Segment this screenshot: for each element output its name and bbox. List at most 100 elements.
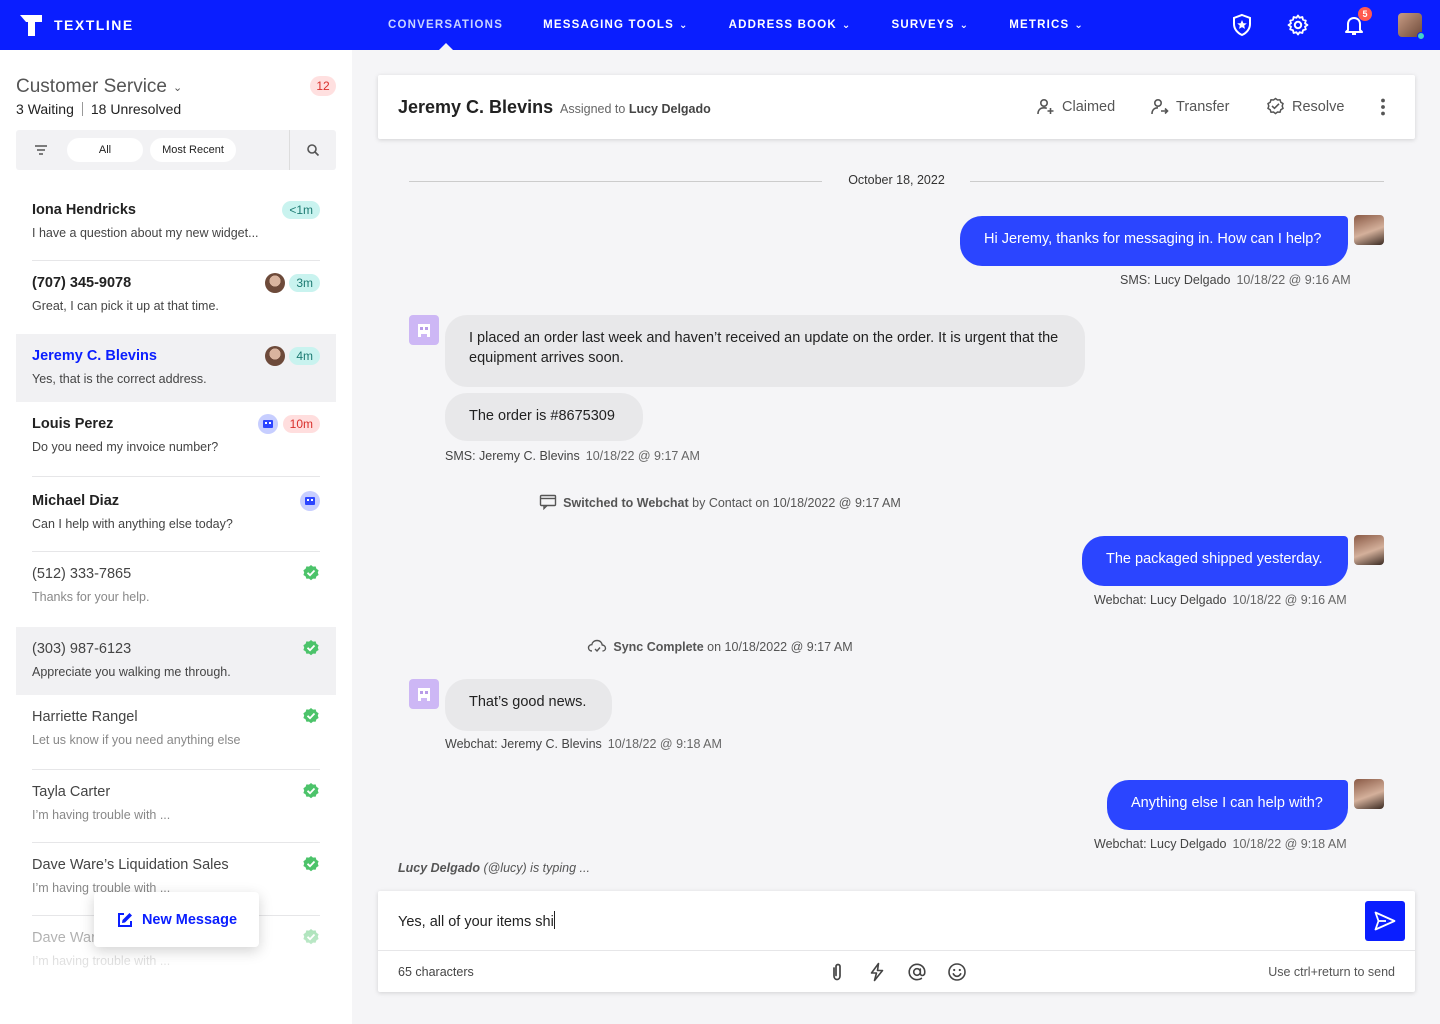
- gear-icon[interactable]: [1286, 13, 1310, 37]
- nav-surveys[interactable]: SURVEYS ⌄: [871, 0, 989, 50]
- message-input[interactable]: Yes, all of your items shi: [398, 911, 1358, 930]
- filter-all-pill[interactable]: All: [67, 138, 143, 162]
- agent-avatar: [1354, 535, 1384, 565]
- unresolved-count: 18: [90, 101, 107, 117]
- bot-avatar-icon: [258, 414, 278, 434]
- conversation-item[interactable]: Harriette Rangel Let us know if you need…: [16, 695, 336, 770]
- conversation-name: (707) 345-9078: [32, 275, 132, 291]
- conversation-name: Dave Ware’s Liquidation Sales: [32, 857, 229, 873]
- outgoing-message-bubble: Hi Jeremy, thanks for messaging in. How …: [960, 216, 1348, 266]
- conversation-preview: I’m having trouble with ...: [32, 954, 171, 968]
- conversation-sidebar: Customer Service ⌄ 12 3 Waiting 18 Unreso…: [0, 50, 352, 1024]
- message-timestamp: 10/18/22 @ 9:16 AM: [1232, 593, 1347, 607]
- composer-toolbar: [826, 961, 968, 983]
- event-detail: by Contact on 10/18/2022 @ 9:17 AM: [692, 496, 901, 510]
- conversation-item[interactable]: (707) 345-9078 3m Great, I can pick it u…: [16, 261, 336, 334]
- main-nav: CONVERSATIONS MESSAGING TOOLS ⌄ ADDRESS B…: [368, 0, 1104, 50]
- inbox-stats: 3 Waiting 18 Unresolved: [16, 101, 181, 117]
- brand-name: TEXTLINE: [54, 17, 134, 33]
- message-meta: SMS: Lucy Delgado 10/18/22 @ 9:16 AM: [1120, 273, 1351, 287]
- claimed-button[interactable]: Claimed: [1036, 97, 1115, 116]
- resolved-check-icon: [303, 783, 319, 799]
- textline-logo-icon: [20, 15, 42, 36]
- nav-conversations-label: CONVERSATIONS: [388, 19, 504, 31]
- nav-address-book[interactable]: ADDRESS BOOK ⌄: [709, 0, 872, 50]
- more-options-icon[interactable]: [1373, 97, 1393, 117]
- filter-icon[interactable]: [34, 143, 48, 157]
- emoji-icon[interactable]: [946, 961, 968, 983]
- wait-time-badge: 10m: [282, 415, 320, 433]
- shield-star-icon[interactable]: [1230, 13, 1254, 37]
- typing-status: (@lucy) is typing ...: [483, 861, 590, 875]
- nav-metrics[interactable]: METRICS ⌄: [989, 0, 1104, 50]
- online-status-dot: [1417, 32, 1425, 40]
- message-timestamp: 10/18/22 @ 9:17 AM: [585, 449, 700, 463]
- message-input-value: Yes, all of your items shi: [398, 914, 554, 930]
- user-transfer-icon: [1151, 98, 1169, 115]
- nav-messaging-tools[interactable]: MESSAGING TOOLS ⌄: [523, 0, 708, 50]
- lightning-icon[interactable]: [866, 961, 888, 983]
- textline-logo[interactable]: TEXTLINE: [18, 12, 134, 38]
- text-caret: [553, 911, 555, 929]
- event-title: Switched to Webchat: [563, 496, 689, 510]
- message-composer: Yes, all of your items shi 65 characters…: [378, 891, 1415, 992]
- outgoing-message-bubble: Anything else I can help with?: [1107, 780, 1348, 830]
- mention-icon[interactable]: [906, 961, 928, 983]
- nav-metrics-label: METRICS: [1009, 19, 1070, 31]
- contact-avatar-icon: [409, 679, 439, 709]
- outgoing-message-bubble: The packaged shipped yesterday.: [1082, 536, 1348, 586]
- typing-indicator: Lucy Delgado (@lucy) is typing ...: [398, 861, 590, 875]
- unresolved-label: Unresolved: [110, 101, 182, 117]
- new-message-button[interactable]: New Message: [94, 892, 259, 947]
- search-icon[interactable]: [306, 143, 320, 157]
- top-navigation-bar: TEXTLINE CONVERSATIONS MESSAGING TOOLS ⌄ …: [0, 0, 1440, 50]
- assigned-agent[interactable]: Lucy Delgado: [629, 102, 711, 116]
- date-label: October 18, 2022: [848, 173, 945, 187]
- conversation-item[interactable]: Iona Hendricks <1m I have a question abo…: [16, 188, 336, 261]
- stats-divider: [81, 102, 83, 116]
- conversation-item[interactable]: (512) 333-7865 Thanks for your help.: [16, 552, 336, 627]
- inbox-selector[interactable]: Customer Service ⌄: [16, 76, 182, 98]
- conversation-preview: Let us know if you need anything else: [32, 733, 241, 747]
- inbox-name: Customer Service: [16, 76, 167, 97]
- message-sender: Webchat: Jeremy C. Blevins: [445, 737, 602, 751]
- send-button[interactable]: [1365, 901, 1405, 941]
- resolved-check-icon: [303, 856, 319, 872]
- message-timestamp: 10/18/22 @ 9:16 AM: [1236, 273, 1351, 287]
- user-avatar[interactable]: [1398, 13, 1425, 40]
- transfer-label: Transfer: [1176, 98, 1230, 115]
- conversation-preview: Yes, that is the correct address.: [32, 372, 207, 386]
- bell-icon[interactable]: 5: [1342, 7, 1372, 37]
- conversation-preview: I’m having trouble with ...: [32, 808, 171, 822]
- message-timestamp: 10/18/22 @ 9:18 AM: [1232, 837, 1347, 851]
- waiting-label: Waiting: [27, 101, 74, 117]
- nav-conversations[interactable]: CONVERSATIONS: [368, 0, 523, 50]
- incoming-message-bubble: That’s good news.: [445, 679, 612, 731]
- chevron-down-icon: ⌄: [841, 19, 852, 31]
- wait-time-badge: 4m: [289, 347, 320, 365]
- transfer-button[interactable]: Transfer: [1150, 97, 1229, 116]
- incoming-message-bubble: The order is #8675309: [445, 393, 643, 441]
- conversation-name: Jeremy C. Blevins: [32, 348, 157, 364]
- sort-most-recent-pill[interactable]: Most Recent: [150, 138, 236, 162]
- agent-avatar: [1354, 779, 1384, 809]
- nav-surveys-label: SURVEYS: [891, 19, 955, 31]
- wait-time-badge: <1m: [282, 201, 320, 219]
- conversation-item[interactable]: Tayla Carter I’m having trouble with ...: [16, 770, 336, 843]
- filter-divider: [289, 130, 290, 170]
- wait-time-badge: 3m: [289, 274, 320, 292]
- message-meta: Webchat: Lucy Delgado 10/18/22 @ 9:16 AM: [1094, 593, 1347, 607]
- contact-name: Jeremy C. Blevins: [398, 97, 554, 117]
- conversation-item[interactable]: Louis Perez 10m Do you need my invoice n…: [16, 402, 336, 477]
- conversation-name: Iona Hendricks: [32, 202, 136, 218]
- conversation-name: Harriette Rangel: [32, 709, 138, 725]
- message-sender: Webchat: Lucy Delgado: [1094, 837, 1227, 851]
- conversation-item-selected[interactable]: Jeremy C. Blevins 4m Yes, that is the co…: [16, 334, 336, 402]
- message-sender: SMS: Jeremy C. Blevins: [445, 449, 580, 463]
- attachment-icon[interactable]: [826, 961, 848, 983]
- new-message-label: New Message: [141, 911, 238, 928]
- conversation-header: Jeremy C. Blevins Assigned to Lucy Delga…: [378, 75, 1415, 139]
- resolve-button[interactable]: Resolve: [1266, 97, 1344, 116]
- conversation-item[interactable]: Michael Diaz Can I help with anything el…: [16, 477, 336, 552]
- event-detail: on 10/18/2022 @ 9:17 AM: [707, 640, 853, 654]
